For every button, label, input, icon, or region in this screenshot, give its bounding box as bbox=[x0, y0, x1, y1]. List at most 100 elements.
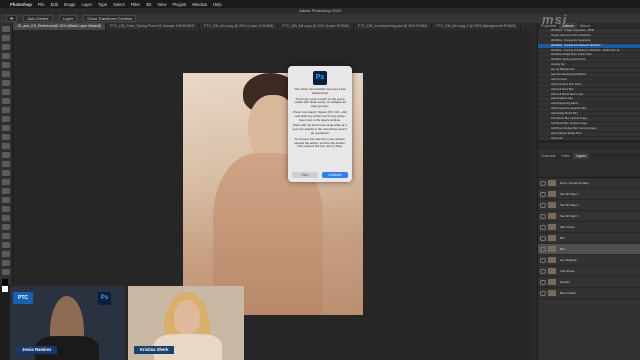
tool-icon[interactable] bbox=[2, 44, 10, 50]
menu-select[interactable]: Select bbox=[113, 2, 125, 7]
layer-filter-bar[interactable] bbox=[538, 159, 640, 178]
layer-row[interactable]: Add Stroke bbox=[538, 266, 640, 277]
tool-icon[interactable] bbox=[2, 89, 10, 95]
menu-filter[interactable]: Filter bbox=[131, 2, 140, 7]
webcam-right: Kristina Sherk bbox=[128, 286, 244, 360]
stop-button[interactable]: Stop bbox=[292, 172, 318, 178]
tool-icon[interactable] bbox=[2, 107, 10, 113]
tool-icon[interactable] bbox=[2, 161, 10, 167]
menu-view[interactable]: View bbox=[157, 2, 166, 7]
tool-icon[interactable] bbox=[2, 260, 10, 266]
tool-icon[interactable] bbox=[2, 188, 10, 194]
visibility-eye-icon[interactable] bbox=[540, 280, 546, 285]
document-tab[interactable]: PTC_DB_full-copy @ 25% (Layer 4 RGB/8) bbox=[200, 23, 279, 30]
panel-tab-layers[interactable]: Layers bbox=[573, 153, 590, 159]
continue-button[interactable]: Continue bbox=[322, 172, 348, 178]
tool-icon[interactable] bbox=[2, 143, 10, 149]
tool-icon[interactable] bbox=[2, 80, 10, 86]
layer-row[interactable]: Sat 3D Map 1 bbox=[538, 189, 640, 200]
ps-logo-icon: Ps bbox=[98, 292, 111, 305]
layer-thumbnail bbox=[548, 191, 556, 197]
layer-name: Skin Tones bbox=[560, 225, 575, 229]
document-tab[interactable]: PTC_DB_in-sharpening.psd @ 25% RGB/8 bbox=[354, 23, 433, 30]
tool-icon[interactable] bbox=[2, 269, 10, 275]
tool-icon[interactable] bbox=[2, 53, 10, 59]
layer-row[interactable]: Models bbox=[538, 277, 640, 288]
menu-type[interactable]: Type bbox=[98, 2, 107, 7]
menu-edit[interactable]: Edit bbox=[51, 2, 58, 7]
tool-icon[interactable] bbox=[2, 26, 10, 32]
foreground-color-swatch[interactable] bbox=[2, 279, 8, 285]
visibility-eye-icon[interactable] bbox=[540, 247, 546, 252]
visibility-eye-icon[interactable] bbox=[540, 269, 546, 274]
menu-image[interactable]: Image bbox=[64, 2, 76, 7]
dialog-paragraph: To remove this note from your actions, e… bbox=[294, 136, 346, 149]
layer-row[interactable]: Sat 3D Map 2 bbox=[538, 200, 640, 211]
layer-row[interactable]: Blur bbox=[538, 233, 640, 244]
tool-icon[interactable] bbox=[2, 125, 10, 131]
transform-controls-checkbox[interactable]: Show Transform Controls bbox=[83, 15, 137, 22]
document-tab[interactable]: PTC_DB_full copy 2 @ 25% (Background RGB… bbox=[432, 23, 521, 30]
tool-icon[interactable] bbox=[2, 197, 10, 203]
tool-icon[interactable] bbox=[2, 179, 10, 185]
background-color-swatch[interactable] bbox=[2, 286, 8, 292]
panel-tab-paths[interactable]: Paths bbox=[558, 153, 573, 159]
document-tab[interactable]: JS_and_KS_Reference@ 25% (Black Layer Ma… bbox=[13, 23, 107, 30]
menu-plugins[interactable]: Plugins bbox=[172, 2, 186, 7]
layer-row[interactable]: Sat 3D Map 3 bbox=[538, 211, 640, 222]
tool-icon[interactable] bbox=[2, 233, 10, 239]
panel-tab-channels[interactable]: Channels bbox=[538, 153, 558, 159]
menu-layer[interactable]: Layer bbox=[81, 2, 91, 7]
menu-photoshop[interactable]: Photoshop bbox=[10, 2, 32, 7]
layer-thumbnail bbox=[548, 235, 556, 241]
visibility-eye-icon[interactable] bbox=[540, 225, 546, 230]
webcam-left: PTC Ps Jesús Ramirez bbox=[10, 286, 125, 360]
tool-icon[interactable] bbox=[2, 170, 10, 176]
visibility-eye-icon[interactable] bbox=[540, 181, 546, 186]
visibility-eye-icon[interactable] bbox=[540, 203, 546, 208]
layer-row[interactable]: Blend Mask bbox=[538, 288, 640, 299]
menu-help[interactable]: Help bbox=[213, 2, 222, 7]
menu-window[interactable]: Window bbox=[192, 2, 207, 7]
tool-icon[interactable] bbox=[2, 134, 10, 140]
visibility-eye-icon[interactable] bbox=[540, 192, 546, 197]
layer-thumbnail bbox=[548, 257, 556, 263]
layer-name: Models bbox=[560, 280, 570, 284]
tool-icon[interactable] bbox=[2, 62, 10, 68]
dialog-paragraph: The action has finished, here are a few … bbox=[294, 87, 346, 95]
tool-icon[interactable] bbox=[2, 116, 10, 122]
visibility-eye-icon[interactable] bbox=[540, 214, 546, 219]
tool-icon[interactable] bbox=[2, 206, 10, 212]
tool-icon[interactable] bbox=[2, 98, 10, 104]
move-tool-icon[interactable]: ✥ bbox=[6, 15, 18, 22]
tool-icon[interactable] bbox=[2, 251, 10, 257]
layer-name: Blur bbox=[560, 236, 566, 240]
layer-row[interactable]: Skin Tones bbox=[538, 222, 640, 233]
layer-row[interactable]: Gaussian Blur bbox=[538, 299, 640, 300]
layer-row[interactable]: Eye Brighten bbox=[538, 255, 640, 266]
layer-thumbnail bbox=[548, 224, 556, 230]
menu-file[interactable]: File bbox=[38, 2, 45, 7]
layers-list: Dust / Scratches Map Sat 3D Map 1 Sat 3D M… bbox=[538, 178, 640, 300]
visibility-eye-icon[interactable] bbox=[540, 236, 546, 241]
menu-3d[interactable]: 3D bbox=[146, 2, 151, 7]
tool-icon[interactable] bbox=[2, 71, 10, 77]
tool-icon[interactable] bbox=[2, 215, 10, 221]
layer-row[interactable]: Blur bbox=[538, 244, 640, 255]
visibility-eye-icon[interactable] bbox=[540, 291, 546, 296]
auto-select-checkbox[interactable]: Auto-Select: bbox=[23, 15, 54, 22]
document-tabs: JS_and_KS_Reference@ 25% (Black Layer Ma… bbox=[13, 23, 533, 30]
layer-select[interactable]: Layer bbox=[59, 15, 78, 22]
layer-name: Sat 3D Map 1 bbox=[560, 192, 579, 196]
layer-row[interactable]: Dust / Scratches Map bbox=[538, 178, 640, 189]
tool-icon[interactable] bbox=[2, 242, 10, 248]
tool-icon[interactable] bbox=[2, 35, 10, 41]
document-tab[interactable]: PTC_DB_full copy @ 25% (Layer RGB/8) bbox=[278, 23, 354, 30]
visibility-eye-icon[interactable] bbox=[540, 258, 546, 263]
tool-icon[interactable] bbox=[2, 224, 10, 230]
document-tab[interactable]: PTC_DB_Pose_Spring Prom 04 Sample 108 RG… bbox=[106, 23, 200, 30]
action-hint-dialog: Ps The action has finished, here are a f… bbox=[288, 66, 352, 182]
tool-icon[interactable] bbox=[2, 152, 10, 158]
name-tag-right: Kristina Sherk bbox=[134, 346, 175, 354]
layer-name: Add Stroke bbox=[560, 269, 575, 273]
